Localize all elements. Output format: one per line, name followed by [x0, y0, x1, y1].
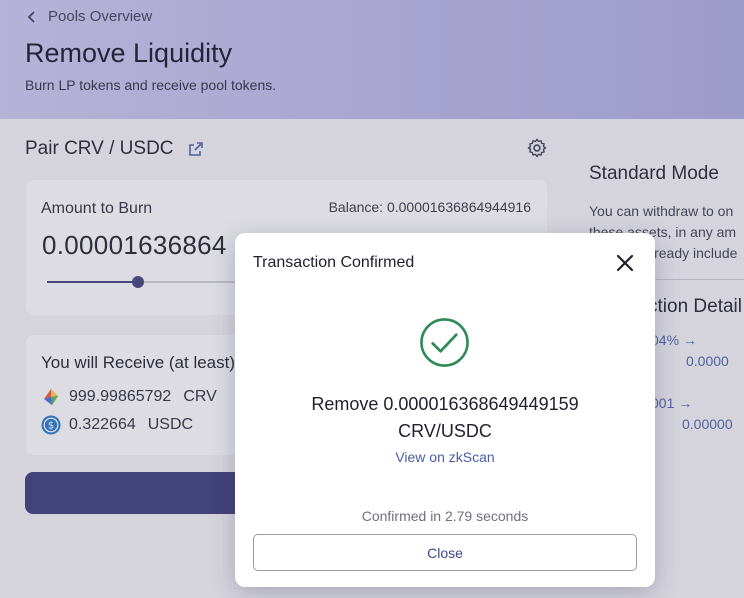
transaction-confirmed-modal: Transaction Confirmed Remove 0.000016368… — [235, 233, 655, 587]
close-icon[interactable] — [615, 253, 635, 273]
checkmark-circle-icon — [420, 318, 469, 367]
modal-title: Transaction Confirmed — [253, 254, 415, 271]
modal-message-line-1: Remove 0.000016368649449159 — [311, 394, 579, 414]
view-on-zkscan-link[interactable]: View on zkScan — [235, 449, 655, 465]
modal-message-line-2: CRV/USDC — [398, 421, 492, 441]
close-button[interactable]: Close — [253, 534, 637, 571]
modal-message: Remove 0.000016368649449159 CRV/USDC — [265, 391, 625, 445]
confirmation-time: Confirmed in 2.79 seconds — [361, 508, 529, 524]
